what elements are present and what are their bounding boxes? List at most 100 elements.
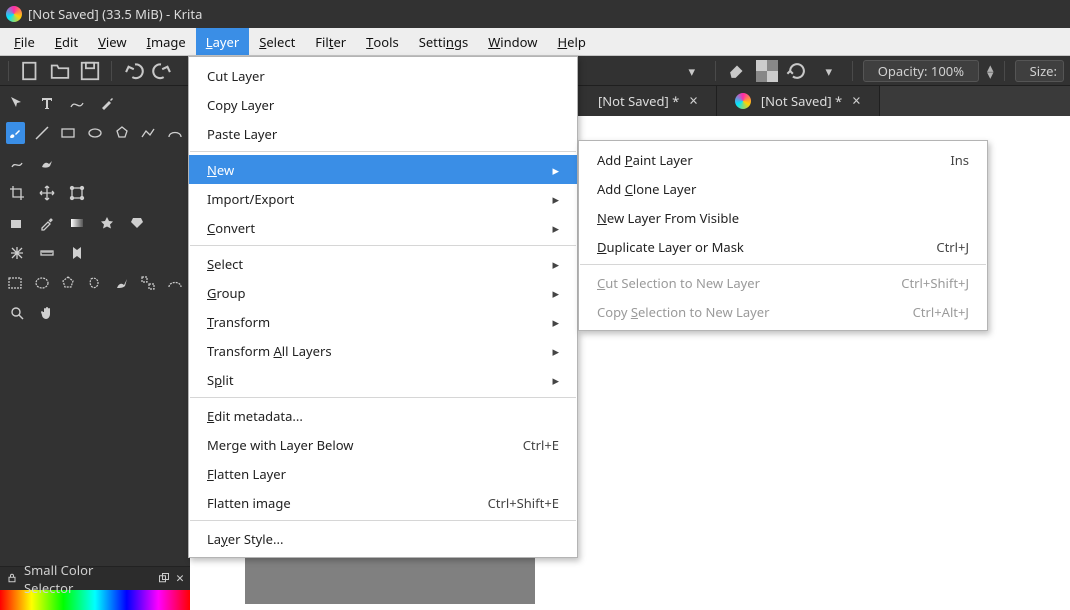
- tool-calligraphy-icon[interactable]: [96, 92, 118, 114]
- opacity-spinner[interactable]: ▴▾: [987, 64, 994, 78]
- toolbar-undo-icon[interactable]: [122, 60, 144, 82]
- tool-freehand-path-icon[interactable]: [6, 152, 28, 174]
- float-panel-icon[interactable]: [158, 570, 170, 588]
- menu-edit[interactable]: Edit: [45, 28, 88, 55]
- menu-item[interactable]: Transform▸: [189, 307, 577, 336]
- menu-item[interactable]: Merge with Layer BelowCtrl+E: [189, 430, 577, 459]
- tab-strip: [880, 86, 1070, 116]
- menu-settings[interactable]: Settings: [409, 28, 479, 55]
- toolbar-new-icon[interactable]: [19, 60, 41, 82]
- tool-select-rect-icon[interactable]: [6, 272, 25, 294]
- menu-item[interactable]: New Layer From Visible: [579, 203, 987, 232]
- toolbox: Small Color Selector ×: [0, 86, 190, 610]
- toolbar-open-icon[interactable]: [49, 60, 71, 82]
- menu-item-label: Duplicate Layer or Mask: [597, 238, 912, 256]
- tool-fill-icon[interactable]: [6, 212, 28, 234]
- opacity-slider[interactable]: Opacity: 100%: [863, 60, 979, 82]
- tool-bezier-icon[interactable]: [165, 122, 184, 144]
- menu-tools[interactable]: Tools: [356, 28, 409, 55]
- close-icon[interactable]: ×: [689, 91, 698, 111]
- tool-crop-icon[interactable]: [6, 182, 28, 204]
- tool-dyna-icon[interactable]: [36, 152, 58, 174]
- tool-select-similar-icon[interactable]: [139, 272, 158, 294]
- tool-select-ellipse-icon[interactable]: [33, 272, 52, 294]
- tool-color-picker-icon[interactable]: [36, 212, 58, 234]
- menu-item[interactable]: Group▸: [189, 278, 577, 307]
- tool-zoom-icon[interactable]: [6, 302, 28, 324]
- tool-assistants-icon[interactable]: [6, 242, 28, 264]
- menu-layer[interactable]: Layer: [196, 28, 249, 55]
- tool-pan-icon[interactable]: [36, 302, 58, 324]
- tool-edit-shapes-icon[interactable]: [66, 92, 88, 114]
- tool-gradient-icon[interactable]: [66, 212, 88, 234]
- tool-select-free-icon[interactable]: [86, 272, 105, 294]
- menu-item[interactable]: Duplicate Layer or MaskCtrl+J: [579, 232, 987, 261]
- menu-item[interactable]: Edit metadata...: [189, 401, 577, 430]
- submenu-arrow-icon: ▸: [552, 313, 559, 331]
- tool-select-bezier-icon[interactable]: [165, 272, 184, 294]
- tool-brush-icon[interactable]: [6, 122, 25, 144]
- menu-select[interactable]: Select: [249, 28, 305, 55]
- toolbar-save-icon[interactable]: [79, 60, 101, 82]
- menu-item-shortcut: Ctrl+Shift+E: [488, 494, 559, 512]
- lock-icon: [6, 570, 18, 588]
- menu-item-shortcut: Ctrl+Alt+J: [913, 303, 969, 321]
- menu-item[interactable]: Copy Layer: [189, 90, 577, 119]
- menu-view[interactable]: View: [88, 28, 136, 55]
- close-icon[interactable]: ×: [852, 91, 861, 111]
- toolbar-redo-icon[interactable]: [152, 60, 174, 82]
- dropdown-icon[interactable]: ▾: [679, 60, 705, 82]
- tool-reference-icon[interactable]: [66, 242, 88, 264]
- menu-item[interactable]: Add Clone Layer: [579, 174, 987, 203]
- menu-item[interactable]: Cut Layer: [189, 61, 577, 90]
- tool-measure-icon[interactable]: [36, 242, 58, 264]
- small-color-selector-panel-header[interactable]: Small Color Selector ×: [0, 566, 190, 590]
- menu-help[interactable]: Help: [548, 28, 596, 55]
- size-slider[interactable]: Size:: [1015, 60, 1064, 82]
- menu-separator: [190, 151, 576, 152]
- tool-polygon-icon[interactable]: [112, 122, 131, 144]
- tool-line-icon[interactable]: [33, 122, 52, 144]
- reload-preset-icon[interactable]: [786, 60, 808, 82]
- tool-move-icon[interactable]: [36, 182, 58, 204]
- menu-item[interactable]: Paste Layer: [189, 119, 577, 148]
- close-panel-icon[interactable]: ×: [176, 569, 184, 588]
- menu-item[interactable]: Transform All Layers▸: [189, 336, 577, 365]
- tool-rectangle-icon[interactable]: [59, 122, 78, 144]
- menu-item-label: New Layer From Visible: [597, 209, 969, 227]
- menu-item[interactable]: Flatten imageCtrl+Shift+E: [189, 488, 577, 517]
- dropdown-icon[interactable]: ▾: [816, 60, 842, 82]
- menu-filter[interactable]: Filter: [305, 28, 356, 55]
- tool-pattern-icon[interactable]: [96, 212, 118, 234]
- menu-item-label: Add Paint Layer: [597, 151, 926, 169]
- menu-item[interactable]: Import/Export▸: [189, 184, 577, 213]
- menu-item-label: Import/Export: [207, 190, 528, 208]
- tool-select-contig-icon[interactable]: [112, 272, 131, 294]
- layer-menu-popup: Cut LayerCopy LayerPaste LayerNew▸Import…: [188, 56, 578, 558]
- menu-item[interactable]: Select▸: [189, 249, 577, 278]
- menu-item-label: Paste Layer: [207, 125, 559, 143]
- document-tab[interactable]: [Not Saved] * ×: [717, 86, 880, 116]
- menu-item[interactable]: New▸: [189, 155, 577, 184]
- menu-item-label: Group: [207, 284, 528, 302]
- menu-image[interactable]: Image: [137, 28, 196, 55]
- eraser-mode-icon[interactable]: [726, 60, 748, 82]
- tool-transform2-icon[interactable]: [66, 182, 88, 204]
- tool-polyline-icon[interactable]: [139, 122, 158, 144]
- menu-item[interactable]: Layer Style...: [189, 524, 577, 553]
- tool-transform-icon[interactable]: [6, 92, 28, 114]
- tool-ellipse-icon[interactable]: [86, 122, 105, 144]
- menu-item[interactable]: Flatten Layer: [189, 459, 577, 488]
- menu-item[interactable]: Split▸: [189, 365, 577, 394]
- menu-window[interactable]: Window: [478, 28, 547, 55]
- menu-item[interactable]: Convert▸: [189, 213, 577, 242]
- tool-select-poly-icon[interactable]: [59, 272, 78, 294]
- menu-item-shortcut: Ctrl+Shift+J: [901, 274, 969, 292]
- menu-file[interactable]: File: [4, 28, 45, 55]
- document-tab[interactable]: [Not Saved] * ×: [580, 86, 717, 116]
- tool-text-icon[interactable]: [36, 92, 58, 114]
- menu-separator: [580, 264, 986, 265]
- tool-smart-fill-icon[interactable]: [126, 212, 148, 234]
- alpha-lock-icon[interactable]: [756, 60, 778, 82]
- menu-item[interactable]: Add Paint LayerIns: [579, 145, 987, 174]
